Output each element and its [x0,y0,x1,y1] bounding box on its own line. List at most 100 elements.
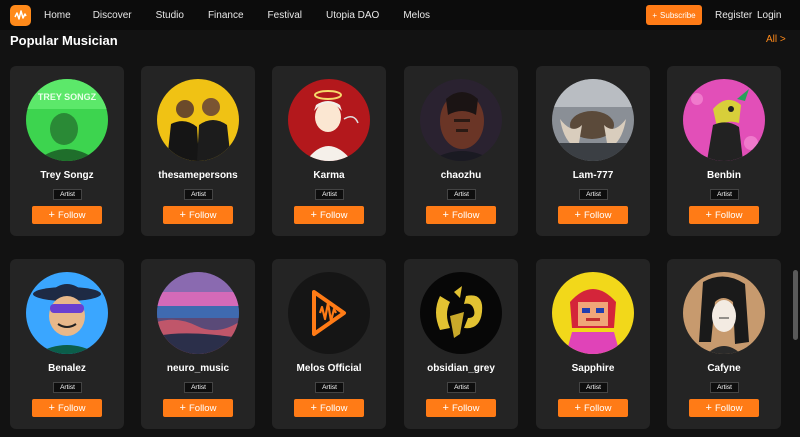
avatar [420,272,502,354]
follow-label: Follow [583,209,612,221]
musician-card[interactable]: Melos Official Artist + Follow [272,259,386,429]
artist-badge: Artist [447,189,476,200]
musician-card[interactable]: thesamepersons Artist + Follow [141,66,255,236]
plus-icon: + [179,208,186,221]
artist-badge: Artist [579,382,608,393]
follow-label: Follow [583,402,612,414]
login-link[interactable]: Login [757,10,781,21]
artist-badge: Artist [315,189,344,200]
musician-name: Benalez [48,363,86,374]
avatar [157,272,239,354]
musician-name: Lam-777 [572,170,614,181]
plus-icon: + [48,401,55,414]
plus-icon: + [652,10,658,20]
follow-button[interactable]: + Follow [558,206,628,224]
musician-card[interactable]: Cafyne Artist + Follow [667,259,781,429]
musician-name: neuro_music [166,363,230,374]
follow-label: Follow [714,402,743,414]
musician-card[interactable]: TREY SONGZ Trey Songz Artist + Follow [10,66,124,236]
avatar [683,272,765,354]
nav-item-melos[interactable]: Melos [403,10,430,21]
nav-item-discover[interactable]: Discover [93,10,132,21]
plus-icon: + [442,401,449,414]
musician-name: thesamepersons [158,170,238,181]
follow-button[interactable]: + Follow [689,399,759,417]
avatar-text: TREY SONGZ [38,92,97,102]
artist-badge: Artist [184,189,213,200]
subscribe-label: Subscribe [660,10,696,20]
follow-label: Follow [319,402,348,414]
plus-icon: + [310,208,317,221]
follow-label: Follow [451,402,480,414]
follow-label: Follow [451,209,480,221]
musician-name: chaozhu [440,170,482,181]
follow-button[interactable]: + Follow [294,399,364,417]
artist-badge: Artist [53,382,82,393]
nav-item-utopia-dao[interactable]: Utopia DAO [326,10,379,21]
all-link[interactable]: All > [766,34,786,45]
musician-card[interactable]: Benbin Artist + Follow [667,66,781,236]
follow-label: Follow [188,402,217,414]
musician-name: Benbin [707,170,741,181]
avatar [288,79,370,161]
musician-card[interactable]: Lam-777 Artist + Follow [536,66,650,236]
plus-icon: + [48,208,55,221]
melos-logo-icon[interactable] [10,5,31,26]
follow-button[interactable]: + Follow [163,206,233,224]
avatar [26,272,108,354]
follow-button[interactable]: + Follow [294,206,364,224]
avatar [288,272,370,354]
follow-button[interactable]: + Follow [32,206,102,224]
follow-button[interactable]: + Follow [689,206,759,224]
artist-badge: Artist [184,382,213,393]
musician-card[interactable]: Benalez Artist + Follow [10,259,124,429]
musician-name: Sapphire [571,363,615,374]
plus-icon: + [179,401,186,414]
main-menu: Home Discover Studio Finance Festival Ut… [44,0,454,30]
plus-icon: + [310,401,317,414]
musician-card[interactable]: chaozhu Artist + Follow [404,66,518,236]
follow-label: Follow [57,209,86,221]
register-link[interactable]: Register [715,10,752,21]
nav-item-festival[interactable]: Festival [268,10,302,21]
avatar [157,79,239,161]
artist-badge: Artist [710,382,739,393]
plus-icon: + [442,208,449,221]
artist-badge: Artist [53,189,82,200]
musician-name: Trey Songz [40,170,94,181]
follow-button[interactable]: + Follow [558,399,628,417]
nav-item-finance[interactable]: Finance [208,10,244,21]
follow-label: Follow [188,209,217,221]
artist-badge: Artist [447,382,476,393]
musician-card[interactable]: obsidian_grey Artist + Follow [404,259,518,429]
avatar: TREY SONGZ [26,79,108,161]
nav-item-studio[interactable]: Studio [156,10,184,21]
follow-label: Follow [714,209,743,221]
follow-button[interactable]: + Follow [426,206,496,224]
follow-label: Follow [319,209,348,221]
musician-name: Melos Official [296,363,362,374]
page-scrollbar[interactable] [793,270,798,340]
plus-icon: + [705,401,712,414]
musician-name: Karma [313,170,345,181]
follow-button[interactable]: + Follow [32,399,102,417]
musician-card[interactable]: Sapphire Artist + Follow [536,259,650,429]
plus-icon: + [574,208,581,221]
artist-badge: Artist [579,189,608,200]
plus-icon: + [574,401,581,414]
artist-badge: Artist [710,189,739,200]
avatar [683,79,765,161]
musician-card[interactable]: Karma Artist + Follow [272,66,386,236]
top-nav: Home Discover Studio Finance Festival Ut… [0,0,800,30]
follow-label: Follow [57,402,86,414]
follow-button[interactable]: + Follow [163,399,233,417]
avatar [552,79,634,161]
avatar [420,79,502,161]
nav-item-home[interactable]: Home [44,10,71,21]
musician-name: obsidian_grey [427,363,495,374]
subscribe-button[interactable]: + Subscribe [646,5,702,25]
musician-card[interactable]: neuro_music Artist + Follow [141,259,255,429]
plus-icon: + [705,208,712,221]
artist-badge: Artist [315,382,344,393]
follow-button[interactable]: + Follow [426,399,496,417]
